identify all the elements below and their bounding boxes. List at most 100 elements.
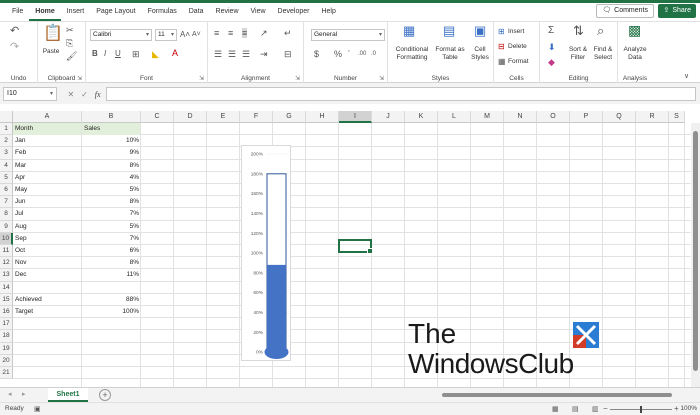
zoom-out-icon[interactable]: − (603, 404, 608, 414)
row-header-4[interactable]: 4 (0, 159, 13, 172)
align-center-icon[interactable]: ☰ (228, 49, 236, 59)
cell-b19[interactable] (82, 343, 141, 355)
row-header-16[interactable]: 16 (0, 306, 13, 319)
page-break-view-icon[interactable]: ▥ (592, 405, 599, 415)
row-header-9[interactable]: 9 (0, 220, 13, 233)
cancel-icon[interactable]: ✕ (67, 90, 74, 99)
decrease-font-icon[interactable]: A˅ (192, 30, 201, 40)
cell-styles-button[interactable]: Cell Styles (468, 46, 492, 62)
paste-icon[interactable]: 📋 (43, 25, 63, 43)
enter-icon[interactable]: ✓ (81, 90, 88, 99)
cell-b8[interactable]: 7% (82, 208, 141, 220)
wrap-text-icon[interactable]: ↵ (284, 28, 292, 38)
column-header-k[interactable]: K (405, 111, 438, 123)
row-header-7[interactable]: 7 (0, 196, 13, 209)
column-header-h[interactable]: H (306, 111, 339, 123)
row-header-8[interactable]: 8 (0, 208, 13, 221)
row-header-14[interactable]: 14 (0, 281, 13, 294)
insert-button[interactable]: Insert (508, 28, 524, 36)
align-bottom-icon[interactable]: ≡ (242, 28, 248, 38)
cell-b13[interactable]: 11% (82, 269, 141, 281)
cell-a8[interactable]: Jul (13, 208, 82, 220)
sort-filter-icon[interactable]: ⇅ (573, 24, 584, 37)
cell-a11[interactable]: Oct (13, 245, 82, 257)
fill-icon[interactable]: ⬇ (548, 42, 556, 52)
increase-font-icon[interactable]: A˄ (180, 30, 190, 40)
cell-b5[interactable]: 4% (82, 172, 141, 184)
horizontal-scroll-thumb[interactable] (442, 393, 672, 397)
cell-a14[interactable] (13, 282, 82, 294)
cell-a5[interactable]: Apr (13, 172, 82, 184)
row-header-11[interactable]: 11 (0, 245, 13, 258)
increase-decimal-icon[interactable]: .00 (358, 49, 366, 59)
column-header-m[interactable]: M (471, 111, 504, 123)
column-header-e[interactable]: E (207, 111, 240, 123)
cell-b20[interactable] (82, 355, 141, 367)
borders-icon[interactable]: ⊞ (132, 49, 140, 59)
align-left-icon[interactable]: ☰ (214, 49, 222, 59)
sort-filter-button[interactable]: Sort & Filter (566, 46, 590, 62)
row-header-21[interactable]: 21 (0, 367, 13, 380)
next-sheet-icon[interactable]: ▸ (22, 390, 26, 398)
tab-data[interactable]: Data (183, 3, 210, 21)
insert-function-icon[interactable]: fx (95, 90, 101, 99)
cell-a1[interactable]: Month (13, 123, 82, 135)
cell-a20[interactable] (13, 355, 82, 367)
copy-icon[interactable]: ⎘ (66, 38, 73, 48)
format-as-table-icon[interactable]: ▤ (443, 24, 455, 37)
delete-cells-icon[interactable]: ⊟ (498, 42, 505, 52)
row-header-13[interactable]: 13 (0, 269, 13, 282)
formula-input[interactable] (106, 87, 696, 101)
bold-icon[interactable]: B (92, 49, 98, 59)
column-header-p[interactable]: P (570, 111, 603, 123)
cut-icon[interactable]: ✂ (66, 25, 74, 35)
font-launcher-icon[interactable]: ⇲ (199, 75, 204, 82)
vertical-scrollbar[interactable] (691, 123, 700, 387)
decrease-decimal-icon[interactable]: .0 (371, 49, 376, 59)
cell-b15[interactable]: 88% (82, 294, 141, 306)
column-header-o[interactable]: O (537, 111, 570, 123)
alignment-launcher-icon[interactable]: ⇲ (295, 75, 300, 82)
tab-file[interactable]: File (6, 3, 29, 21)
column-header-c[interactable]: C (141, 111, 174, 123)
page-layout-view-icon[interactable]: ▤ (572, 405, 579, 415)
row-header-5[interactable]: 5 (0, 171, 13, 184)
orientation-icon[interactable]: ↗ (260, 28, 268, 38)
redo-icon[interactable]: ↷ (10, 42, 19, 53)
name-box[interactable]: I10 ▾ (3, 87, 57, 101)
conditional-formatting-icon[interactable]: ▦ (403, 24, 415, 37)
row-header-3[interactable]: 3 (0, 147, 13, 160)
cell-b21[interactable] (82, 367, 141, 379)
tab-developer[interactable]: Developer (272, 3, 316, 21)
analyze-data-icon[interactable]: ▩ (628, 23, 641, 37)
find-select-button[interactable]: Find & Select (590, 46, 616, 62)
percent-icon[interactable]: % (334, 49, 342, 59)
cell-a18[interactable] (13, 330, 82, 342)
row-header-10[interactable]: 10 (0, 232, 13, 245)
column-header-a[interactable]: A (13, 111, 82, 123)
font-size-select[interactable]: 11 ▾ (155, 29, 177, 41)
paste-label[interactable]: Paste (38, 48, 64, 56)
format-as-table-button[interactable]: Format as Table (433, 46, 467, 62)
select-all-corner[interactable] (0, 111, 13, 123)
analyze-data-button[interactable]: Analyze Data (618, 46, 652, 62)
conditional-formatting-button[interactable]: Conditional Formatting (392, 46, 432, 62)
tab-insert[interactable]: Insert (61, 3, 91, 21)
horizontal-scrollbar[interactable] (432, 391, 694, 399)
row-header-6[interactable]: 6 (0, 184, 13, 197)
macro-recording-icon[interactable]: ▣ (34, 405, 41, 415)
column-header-b[interactable]: B (82, 111, 141, 123)
format-cells-icon[interactable]: ▦ (498, 57, 506, 67)
cell-a19[interactable] (13, 343, 82, 355)
cell-b10[interactable]: 7% (82, 233, 141, 245)
share-button[interactable]: ⇪ Share (658, 4, 696, 18)
tab-home[interactable]: Home (29, 3, 61, 21)
align-right-icon[interactable]: ☰ (242, 49, 250, 59)
row-header-17[interactable]: 17 (0, 318, 13, 331)
format-painter-icon[interactable]: 🖌 (66, 51, 77, 61)
cell-b7[interactable]: 8% (82, 196, 141, 208)
cell-a21[interactable] (13, 367, 82, 379)
column-header-f[interactable]: F (240, 111, 273, 123)
cell-a2[interactable]: Jan (13, 135, 82, 147)
cell-a6[interactable]: May (13, 184, 82, 196)
